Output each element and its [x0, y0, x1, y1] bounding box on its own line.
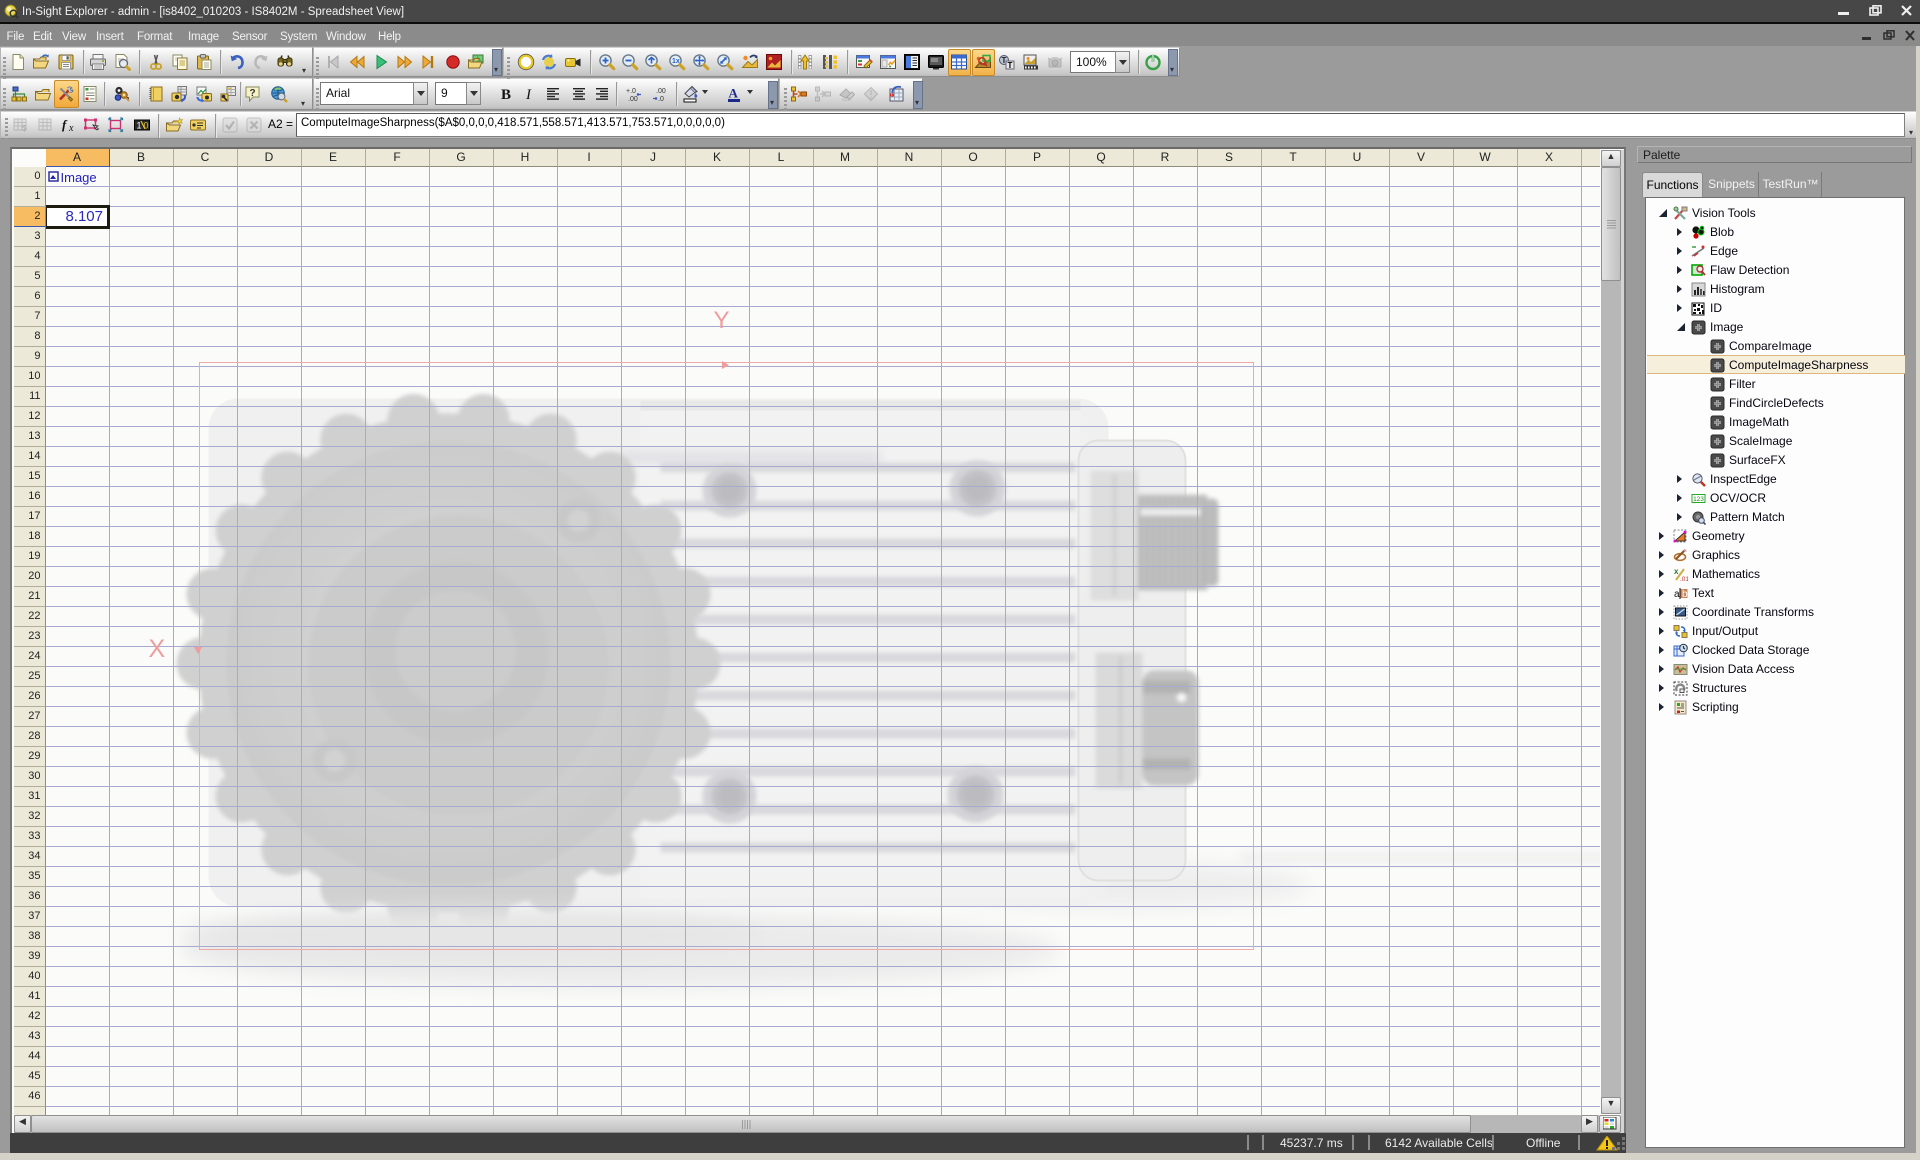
svg-text:?: ?	[250, 88, 256, 99]
svg-text:1: 1	[137, 121, 142, 131]
svg-text:.0: .0	[658, 96, 664, 103]
svg-text:v2s: v2s	[842, 97, 850, 103]
svg-text:b: b	[1682, 589, 1688, 600]
svg-text:f: f	[62, 117, 68, 132]
svg-text:I: I	[525, 87, 532, 103]
svg-text:0: 0	[144, 121, 149, 131]
svg-text:a: a	[1674, 589, 1680, 600]
svg-text:T: T	[1008, 61, 1013, 70]
svg-text:.00: .00	[628, 96, 638, 103]
svg-text:$: $	[22, 124, 27, 133]
svg-text:123: 123	[1693, 496, 1704, 503]
svg-text:x: x	[68, 123, 74, 134]
svg-text:.00: .00	[656, 88, 666, 95]
svg-text:+.0: +.0	[626, 88, 636, 95]
svg-text:x: x	[1674, 567, 1679, 576]
svg-text:B: B	[501, 87, 511, 103]
svg-text:A: A	[729, 86, 739, 101]
svg-text:.01: .01	[1680, 576, 1688, 582]
